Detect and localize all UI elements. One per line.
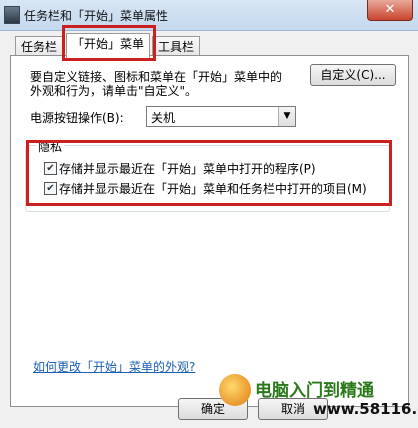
tab-label: 「开始」菜单	[72, 37, 145, 51]
watermark-url: www.58116.cn	[313, 400, 418, 418]
close-icon: ✕	[384, 2, 396, 17]
chevron-down-icon: ▼	[278, 107, 295, 126]
tab-start-menu[interactable]: 「开始」菜单	[66, 33, 151, 58]
properties-window: 任务栏和「开始」菜单属性 ✕ 任务栏 「开始」菜单 工具栏 要自定义链接、图标和…	[0, 0, 418, 428]
title-bar[interactable]: 任务栏和「开始」菜单属性 ✕	[0, 0, 418, 31]
tab-toolbars[interactable]: 工具栏	[152, 36, 201, 57]
taskbar-app-icon	[4, 6, 20, 24]
help-link[interactable]: 如何更改「开始」菜单的外观?	[33, 358, 195, 375]
tab-label: 工具栏	[158, 40, 195, 54]
customize-button[interactable]: 自定义(C)...	[310, 64, 396, 86]
description-line2: 外观和行为，请单击"自定义"。	[30, 84, 198, 98]
tab-taskbar[interactable]: 任务栏	[15, 36, 64, 57]
watermark-text: 电脑入门到精通	[255, 381, 374, 401]
privacy-groupbox	[25, 145, 390, 212]
watermark-logo-icon	[219, 374, 251, 406]
window-title: 任务栏和「开始」菜单属性	[24, 9, 169, 23]
tab-label: 任务栏	[21, 40, 58, 54]
close-button[interactable]: ✕	[367, 0, 413, 21]
power-button-label: 电源按钮操作(B):	[30, 111, 124, 125]
power-button-select[interactable]: 关机 ▼	[146, 106, 296, 127]
recent-programs-checkbox[interactable]: ✔	[44, 162, 57, 175]
recent-items-label: 存储并显示最近在「开始」菜单和任务栏中打开的项目(M)	[59, 182, 367, 196]
privacy-title: 隐私	[36, 138, 65, 155]
recent-items-checkbox[interactable]: ✔	[44, 182, 57, 195]
power-button-value: 关机	[151, 111, 176, 125]
recent-programs-label: 存储并显示最近在「开始」菜单中打开的程序(P)	[59, 162, 316, 176]
watermark: 电脑入门到精通 www.58116.cn	[215, 372, 418, 428]
customize-label: 自定义(C)...	[320, 68, 386, 82]
